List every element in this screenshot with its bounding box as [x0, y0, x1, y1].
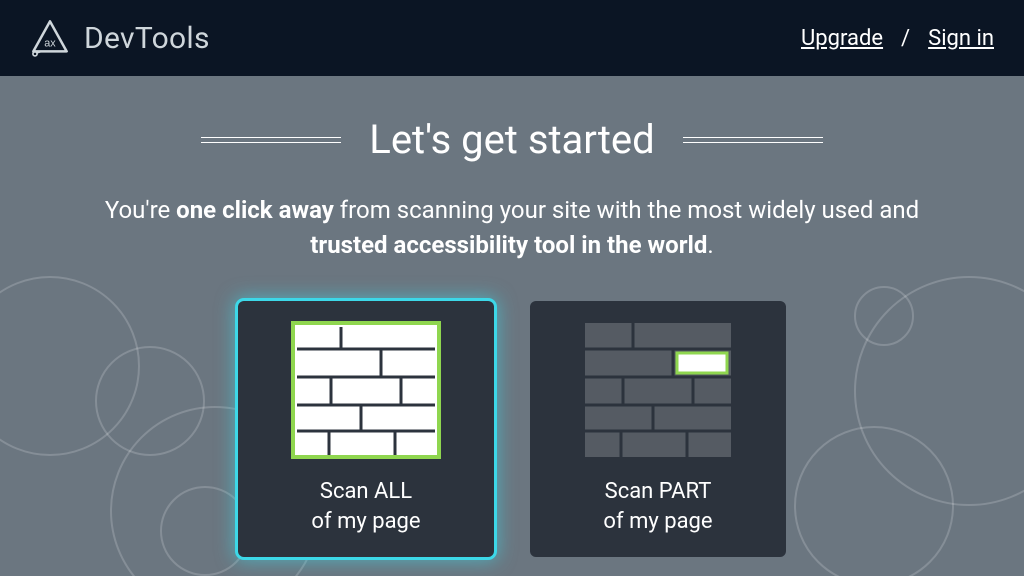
title-rule-right: [683, 137, 823, 143]
subtitle-segment: .: [707, 231, 713, 259]
scan-all-icon: [291, 321, 441, 459]
brand-logo: ax DevTools: [30, 18, 210, 58]
signin-link[interactable]: Sign in: [928, 26, 994, 51]
scan-options: Scan ALL of my page: [0, 301, 1024, 557]
subtitle-bold: trusted accessibility tool in the world: [310, 231, 707, 259]
welcome-content: Let's get started You're one click away …: [0, 76, 1024, 557]
svg-text:ax: ax: [44, 37, 56, 49]
card-label-line: Scan PART: [605, 479, 712, 504]
main-area: Let's get started You're one click away …: [0, 76, 1024, 576]
page-title: Let's get started: [369, 116, 654, 163]
app-header: ax DevTools Upgrade / Sign in: [0, 0, 1024, 76]
brand-name: DevTools: [84, 21, 210, 56]
card-label-line: of my page: [603, 509, 712, 534]
header-nav: Upgrade / Sign in: [801, 26, 994, 51]
card-label-line: Scan ALL: [320, 479, 412, 504]
title-row: Let's get started: [0, 116, 1024, 163]
axe-logo-icon: ax: [30, 18, 70, 58]
scan-all-card[interactable]: Scan ALL of my page: [238, 301, 494, 557]
title-rule-left: [201, 137, 341, 143]
nav-divider: /: [901, 26, 910, 51]
scan-all-label: Scan ALL of my page: [311, 477, 420, 536]
page-subtitle: You're one click away from scanning your…: [82, 193, 942, 263]
scan-part-label: Scan PART of my page: [603, 477, 712, 536]
upgrade-link[interactable]: Upgrade: [801, 26, 883, 51]
subtitle-segment: from scanning your site with the most wi…: [334, 196, 919, 224]
subtitle-segment: You're: [105, 196, 176, 224]
subtitle-bold: one click away: [176, 196, 334, 224]
scan-part-card[interactable]: Scan PART of my page: [530, 301, 786, 557]
scan-part-icon: [583, 321, 733, 459]
card-label-line: of my page: [311, 509, 420, 534]
